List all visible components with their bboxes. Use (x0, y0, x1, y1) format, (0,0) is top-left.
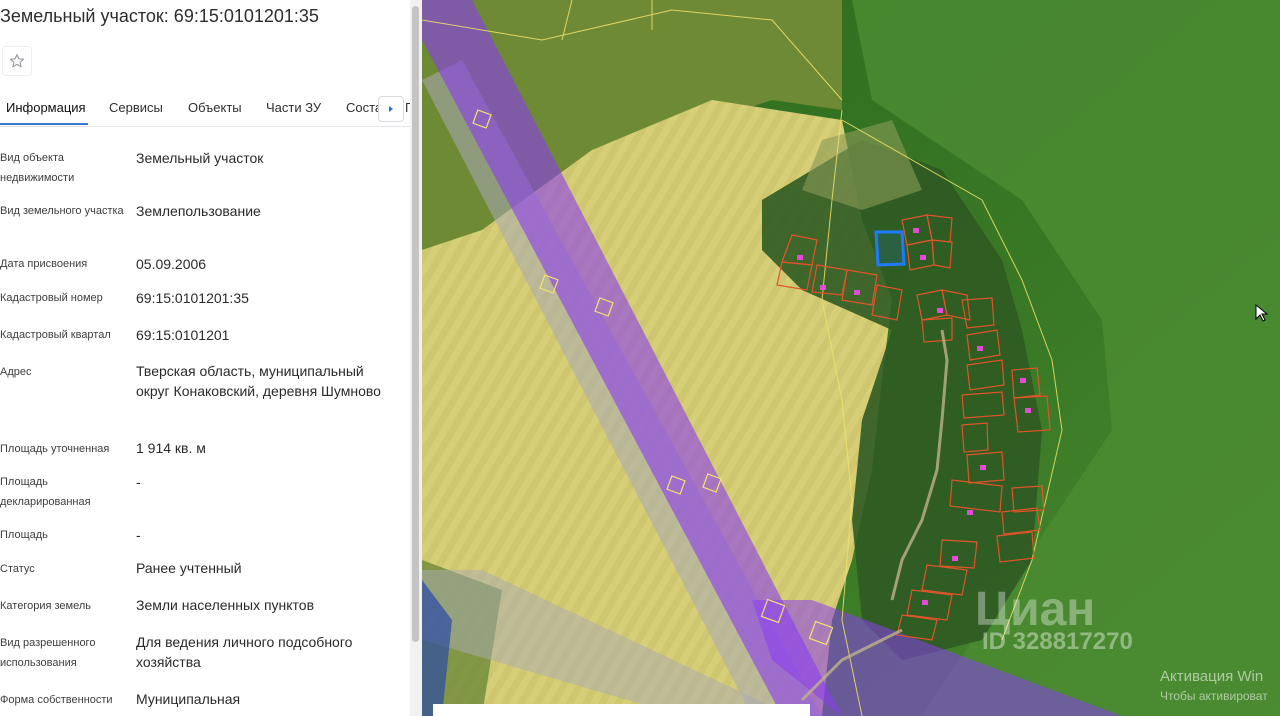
map-bottom-panel (433, 704, 810, 716)
listing-id-watermark: ID 328817270 (982, 628, 1133, 655)
row-value: 69:15:0101201:35 (136, 290, 249, 306)
row-label: Вид объекта недвижимости (0, 152, 75, 184)
row-value: 05.09.2006 (136, 256, 207, 272)
row-label: Кадастровый номер (0, 292, 103, 304)
row-label: Кадастровый квартал (0, 329, 111, 341)
row-value: Земли населенных пунктов (136, 597, 315, 613)
row-label: Площадь (0, 529, 48, 541)
tab-composition[interactable]: Соста (346, 100, 382, 115)
star-icon (9, 54, 25, 68)
row-value: Для ведения личного подсобного хозяйства (136, 634, 353, 670)
row-value: Муниципальная (136, 691, 241, 707)
caret-right-icon (389, 106, 393, 112)
row-value: Землепользование (136, 203, 261, 219)
row-value: 1 914 кв. м (136, 440, 206, 456)
row-label: Площадь уточненная (0, 443, 110, 455)
row-label: Адрес (0, 366, 32, 378)
windows-activation-subtitle: Чтобы активироват (1160, 689, 1268, 703)
row-label: Вид земельного участка (0, 205, 124, 217)
windows-activation-title: Активация Win (1160, 668, 1264, 685)
tab-parcel-parts[interactable]: Части ЗУ (266, 100, 321, 115)
satellite-map[interactable] (422, 0, 1280, 716)
tab-bar: Информация Сервисы Объекты Части ЗУ Сост… (0, 92, 410, 127)
map-view[interactable] (422, 0, 1280, 716)
info-panel: Земельный участок: 69:15:0101201:35 Инфо… (0, 0, 410, 716)
row-label: Статус (0, 563, 35, 575)
row-value: Тверская область, муниципальный округ Ко… (136, 363, 381, 399)
active-tab-indicator (0, 123, 88, 125)
row-label: Категория земель (0, 600, 91, 612)
row-label: Форма собственности (0, 694, 113, 706)
row-label: Площадь декларированная (0, 476, 91, 508)
row-value: Земельный участок (136, 150, 264, 166)
row-value: - (136, 527, 141, 543)
row-label: Вид разрешенного использования (0, 637, 96, 669)
tabs-scroll-right-button[interactable] (378, 96, 404, 122)
panel-scrollbar[interactable] (410, 0, 422, 716)
tab-objects[interactable]: Объекты (188, 100, 242, 115)
favorite-button[interactable] (2, 46, 32, 76)
windows-activation-watermark: Активация Win Чтобы активироват (1160, 668, 1268, 703)
selected-parcel[interactable] (874, 230, 906, 267)
row-label: Дата присвоения (0, 258, 88, 270)
row-value: Ранее учтенный (136, 560, 242, 576)
row-value: - (136, 474, 141, 490)
page-title: Земельный участок: 69:15:0101201:35 (0, 6, 319, 26)
tab-information[interactable]: Информация (6, 100, 86, 115)
tab-services[interactable]: Сервисы (109, 100, 163, 115)
scrollbar-thumb[interactable] (412, 6, 419, 642)
row-value: 69:15:0101201 (136, 327, 230, 343)
